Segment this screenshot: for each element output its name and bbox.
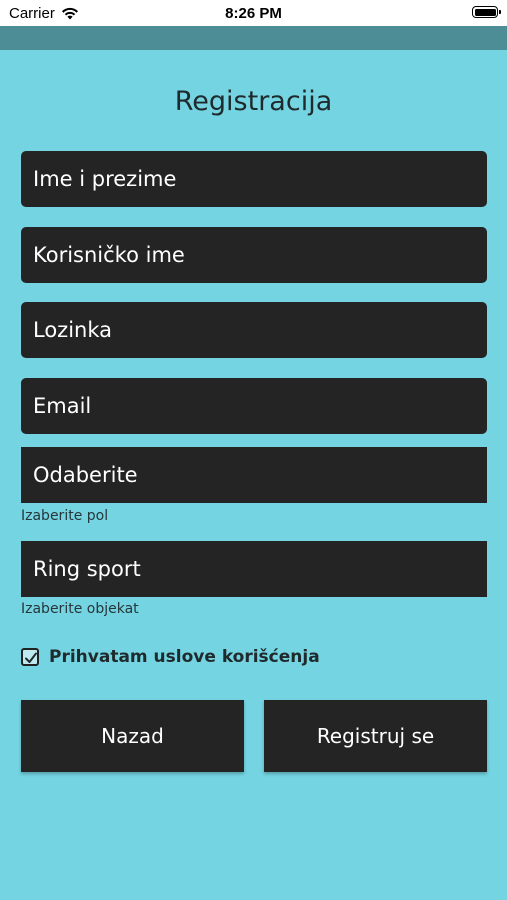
back-button[interactable]: Nazad — [21, 700, 244, 772]
email-input[interactable]: Email — [21, 378, 487, 434]
battery-icon — [472, 6, 501, 18]
username-input[interactable]: Korisničko ime — [21, 227, 487, 283]
terms-label: Prihvatam uslove korišćenja — [49, 647, 320, 667]
register-button[interactable]: Registruj se — [264, 700, 487, 772]
facility-select[interactable]: Ring sport — [21, 541, 487, 597]
navigation-bar — [0, 26, 507, 50]
page-title: Registracija — [174, 86, 333, 117]
status-bar: Carrier 8:26 PM — [0, 0, 507, 26]
facility-helper-text: Izaberite objekat — [21, 601, 139, 617]
full-name-input[interactable]: Ime i prezime — [21, 151, 487, 207]
terms-checkbox[interactable] — [21, 648, 39, 666]
checkmark-icon — [25, 652, 37, 663]
password-input[interactable]: Lozinka — [21, 302, 487, 358]
terms-row[interactable]: Prihvatam uslove korišćenja — [21, 647, 320, 667]
gender-select[interactable]: Odaberite — [21, 447, 487, 503]
gender-helper-text: Izaberite pol — [21, 508, 109, 524]
status-time: 8:26 PM — [225, 5, 282, 22]
